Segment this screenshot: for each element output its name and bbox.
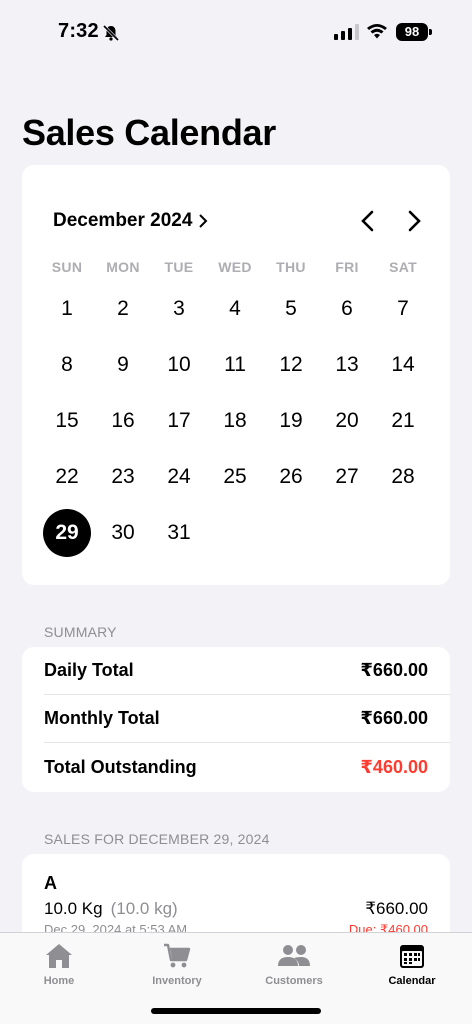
weekday-label: FRI <box>335 259 359 275</box>
calendar-day[interactable]: 26 <box>263 449 319 505</box>
summary-card: Daily Total ₹660.00 Monthly Total ₹660.0… <box>22 647 450 792</box>
chevron-left-icon <box>361 210 374 232</box>
calendar-day[interactable]: 11 <box>207 337 263 393</box>
tab-calendar-label: Calendar <box>388 975 436 987</box>
weekday-header: SUN MON TUE WED THU FRI SAT <box>39 259 431 275</box>
next-month-button[interactable] <box>404 209 426 233</box>
calendar-day[interactable]: 15 <box>39 393 95 449</box>
calendar-day[interactable]: 23 <box>95 449 151 505</box>
calendar-day[interactable]: 27 <box>319 449 375 505</box>
month-picker-button[interactable]: December 2024 <box>53 210 208 232</box>
weekday-label: THU <box>276 259 306 275</box>
calendar-day-grid: 1 2 3 4 5 6 7 8 9 10 11 12 13 14 15 16 1… <box>39 281 431 561</box>
calendar-day[interactable]: 12 <box>263 337 319 393</box>
calendar-day[interactable]: 6 <box>319 281 375 337</box>
total-outstanding-value: ₹460.00 <box>360 756 428 777</box>
daily-total-label: Daily Total <box>44 660 134 680</box>
calendar-day[interactable]: 21 <box>375 393 431 449</box>
summary-section-header: SUMMARY <box>44 624 117 640</box>
calendar-day[interactable]: 8 <box>39 337 95 393</box>
battery-indicator: 98 <box>396 23 432 41</box>
weekday-label: SUN <box>51 259 83 275</box>
calendar-icon <box>400 945 424 968</box>
calendar-day[interactable]: 24 <box>151 449 207 505</box>
calendar-day[interactable]: 5 <box>263 281 319 337</box>
previous-month-button[interactable] <box>356 209 378 233</box>
total-outstanding-label: Total Outstanding <box>44 756 197 777</box>
sale-quantity: 10.0 Kg (10.0 kg) <box>44 899 178 919</box>
bell-slash-icon <box>102 24 120 42</box>
chevron-right-icon <box>199 214 208 228</box>
calendar-day[interactable]: 17 <box>151 393 207 449</box>
calendar-day[interactable]: 1 <box>39 281 95 337</box>
status-bar: 7:32 98 <box>0 0 472 62</box>
cellular-signal-icon <box>334 24 359 40</box>
calendar-day-selected[interactable]: 29 <box>39 505 95 561</box>
calendar-day[interactable]: 13 <box>319 337 375 393</box>
total-outstanding-row: Total Outstanding ₹460.00 <box>44 743 450 791</box>
weekday-label: SAT <box>389 259 417 275</box>
calendar-day[interactable]: 22 <box>39 449 95 505</box>
calendar-day[interactable]: 31 <box>151 505 207 561</box>
sale-customer-name: A <box>44 873 57 893</box>
weekday-label: TUE <box>164 259 194 275</box>
monthly-total-label: Monthly Total <box>44 708 160 728</box>
tab-calendar[interactable]: Calendar <box>367 941 457 987</box>
calendar-day[interactable]: 2 <box>95 281 151 337</box>
home-indicator[interactable] <box>151 1008 321 1014</box>
calendar-day[interactable]: 20 <box>319 393 375 449</box>
calendar-day[interactable]: 19 <box>263 393 319 449</box>
tab-inventory[interactable]: Inventory <box>132 941 222 987</box>
calendar-day[interactable]: 4 <box>207 281 263 337</box>
calendar-day[interactable]: 16 <box>95 393 151 449</box>
month-label: December 2024 <box>53 210 193 231</box>
calendar-day[interactable]: 18 <box>207 393 263 449</box>
calendar-day[interactable]: 7 <box>375 281 431 337</box>
house-icon <box>46 944 72 968</box>
tab-home[interactable]: Home <box>14 941 104 987</box>
sale-quantity-secondary: (10.0 kg) <box>110 899 178 918</box>
tab-home-label: Home <box>43 975 75 987</box>
calendar-card: December 2024 SUN MON TUE WED THU FRI SA… <box>22 165 450 585</box>
monthly-total-value: ₹660.00 <box>360 708 428 728</box>
calendar-day[interactable]: 14 <box>375 337 431 393</box>
status-time: 7:32 <box>58 20 99 42</box>
sale-amount: ₹660.00 <box>365 899 428 918</box>
calendar-day[interactable]: 10 <box>151 337 207 393</box>
calendar-day[interactable]: 25 <box>207 449 263 505</box>
daily-total-value: ₹660.00 <box>360 660 428 680</box>
calendar-day[interactable]: 3 <box>151 281 207 337</box>
page-title: Sales Calendar <box>22 112 276 153</box>
people-icon <box>278 945 310 966</box>
weekday-label: MON <box>106 259 140 275</box>
calendar-day[interactable]: 28 <box>375 449 431 505</box>
weekday-label: WED <box>218 259 252 275</box>
sale-quantity-primary: 10.0 Kg <box>44 899 103 918</box>
wifi-icon <box>367 24 387 39</box>
cart-icon <box>164 943 191 968</box>
tab-customers-label: Customers <box>265 975 323 987</box>
sales-section-header: SALES FOR DECEMBER 29, 2024 <box>44 831 270 847</box>
calendar-day[interactable]: 30 <box>95 505 151 561</box>
tab-customers[interactable]: Customers <box>249 941 339 987</box>
chevron-right-icon <box>408 210 421 232</box>
daily-total-row: Daily Total ₹660.00 <box>44 647 450 695</box>
tab-inventory-label: Inventory <box>152 975 202 987</box>
monthly-total-row: Monthly Total ₹660.00 <box>44 695 450 743</box>
calendar-day[interactable]: 9 <box>95 337 151 393</box>
